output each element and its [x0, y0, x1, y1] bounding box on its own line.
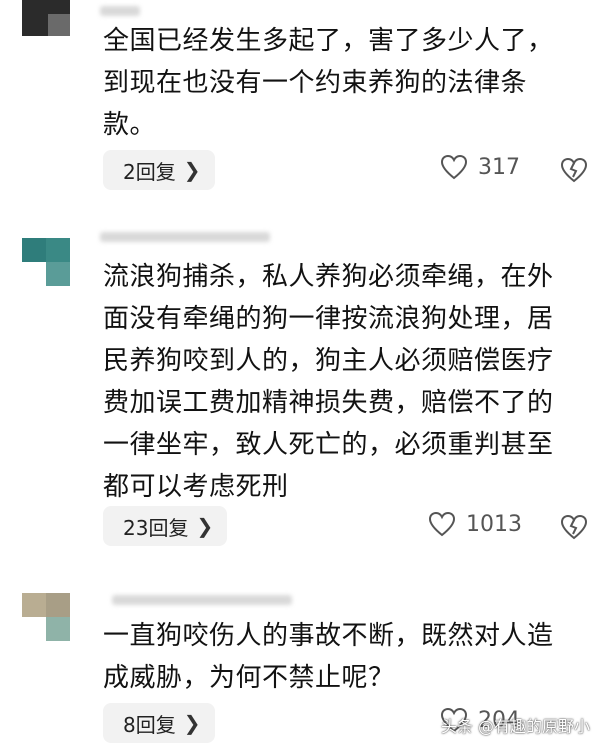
- replies-label: 23回复: [123, 515, 189, 540]
- chevron-right-icon: ❯: [196, 514, 214, 538]
- like-button[interactable]: 1013: [428, 511, 522, 537]
- avatar[interactable]: [22, 593, 70, 641]
- chevron-right-icon: ❯: [183, 158, 201, 182]
- replies-label: 2回复: [123, 159, 176, 184]
- watermark: 头条 @有趣的原野小: [440, 717, 590, 736]
- like-button[interactable]: 317: [440, 154, 520, 180]
- avatar[interactable]: [22, 238, 70, 286]
- like-count: 317: [478, 154, 520, 180]
- avatar[interactable]: [22, 0, 70, 36]
- comment-text: 流浪狗捕杀，私人养狗必须牵绳，在外 面没有牵绳的狗一律按流浪狗处理，居 民养狗咬…: [103, 262, 554, 502]
- comment-text: 一直狗咬伤人的事故不断，既然对人造 成威胁，为何不禁止呢？: [103, 621, 554, 693]
- username[interactable]: [100, 232, 270, 242]
- username[interactable]: [112, 595, 292, 605]
- replies-button[interactable]: 23回复 ❯: [103, 506, 228, 546]
- comment-text: 全国已经发生多起了，害了多少人了， 到现在也没有一个约束养狗的法律条 款。: [103, 26, 554, 140]
- replies-button[interactable]: 8回复 ❯: [103, 703, 215, 743]
- replies-button[interactable]: 2回复 ❯: [103, 150, 215, 190]
- dislike-icon[interactable]: [560, 156, 588, 184]
- heart-icon: [428, 511, 456, 537]
- dislike-icon[interactable]: [560, 513, 588, 541]
- comment-1: 全国已经发生多起了，害了多少人了， 到现在也没有一个约束养狗的法律条 款。 2回…: [0, 0, 600, 200]
- chevron-right-icon: ❯: [183, 711, 201, 735]
- like-count: 1013: [466, 511, 522, 537]
- replies-label: 8回复: [123, 712, 176, 737]
- username[interactable]: [100, 6, 140, 16]
- heart-icon: [440, 154, 468, 180]
- comment-2: 流浪狗捕杀，私人养狗必须牵绳，在外 面没有牵绳的狗一律按流浪狗处理，居 民养狗咬…: [0, 230, 600, 570]
